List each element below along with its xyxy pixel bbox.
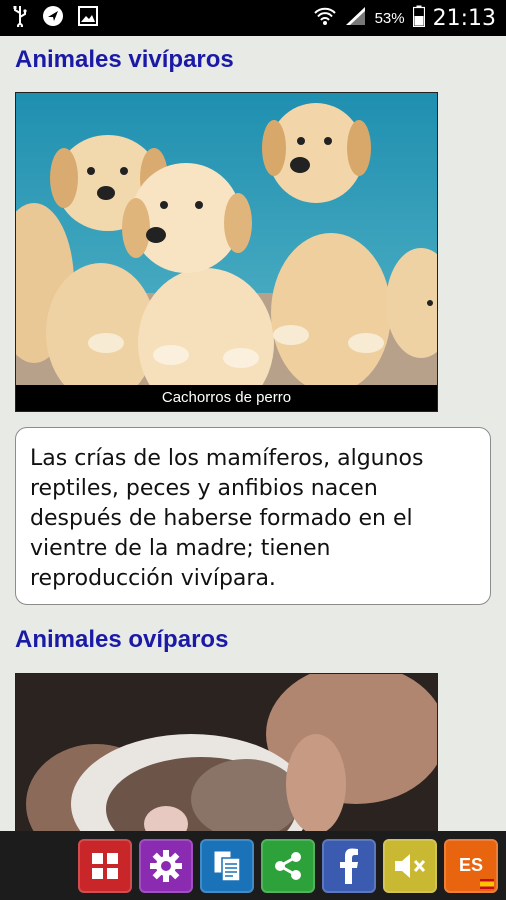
menu-button[interactable] (78, 838, 132, 893)
gear-icon (149, 849, 183, 883)
bottom-toolbar: ES (0, 831, 506, 900)
section-title-oviparous: Animales ovíparos (15, 626, 229, 653)
copy-button[interactable] (200, 838, 254, 893)
usb-icon (12, 5, 28, 32)
content-scroll-area[interactable]: Animales vivíparos Cachorros de perro La… (0, 36, 506, 831)
wifi-icon (313, 6, 337, 31)
facebook-button[interactable] (322, 838, 376, 893)
hatchling-image (15, 673, 438, 831)
facebook-icon (339, 848, 359, 884)
spain-flag-icon (480, 878, 494, 889)
menu-grid-icon (90, 851, 120, 881)
sound-off-icon (393, 851, 427, 881)
share-button[interactable] (261, 838, 315, 893)
status-bar: 53% 21:13 (0, 0, 506, 36)
signal-icon (345, 6, 367, 31)
language-button[interactable]: ES (444, 838, 498, 893)
battery-percent: 53% (374, 9, 405, 27)
image-caption: Cachorros de perro (16, 385, 437, 411)
puppies-image: Cachorros de perro (15, 92, 438, 412)
section-title-viviparous: Animales vivíparos (15, 46, 234, 73)
viviparous-text-card: Las crías de los mamíferos, algunos rept… (15, 427, 491, 605)
mute-button[interactable] (383, 838, 437, 893)
share-icon (271, 849, 305, 883)
settings-button[interactable] (139, 838, 193, 893)
clock: 21:13 (432, 5, 496, 31)
navigation-icon (42, 5, 64, 32)
language-label: ES (458, 855, 483, 875)
copy-icon (211, 849, 243, 883)
gallery-icon (78, 5, 98, 31)
battery-icon (412, 5, 425, 32)
